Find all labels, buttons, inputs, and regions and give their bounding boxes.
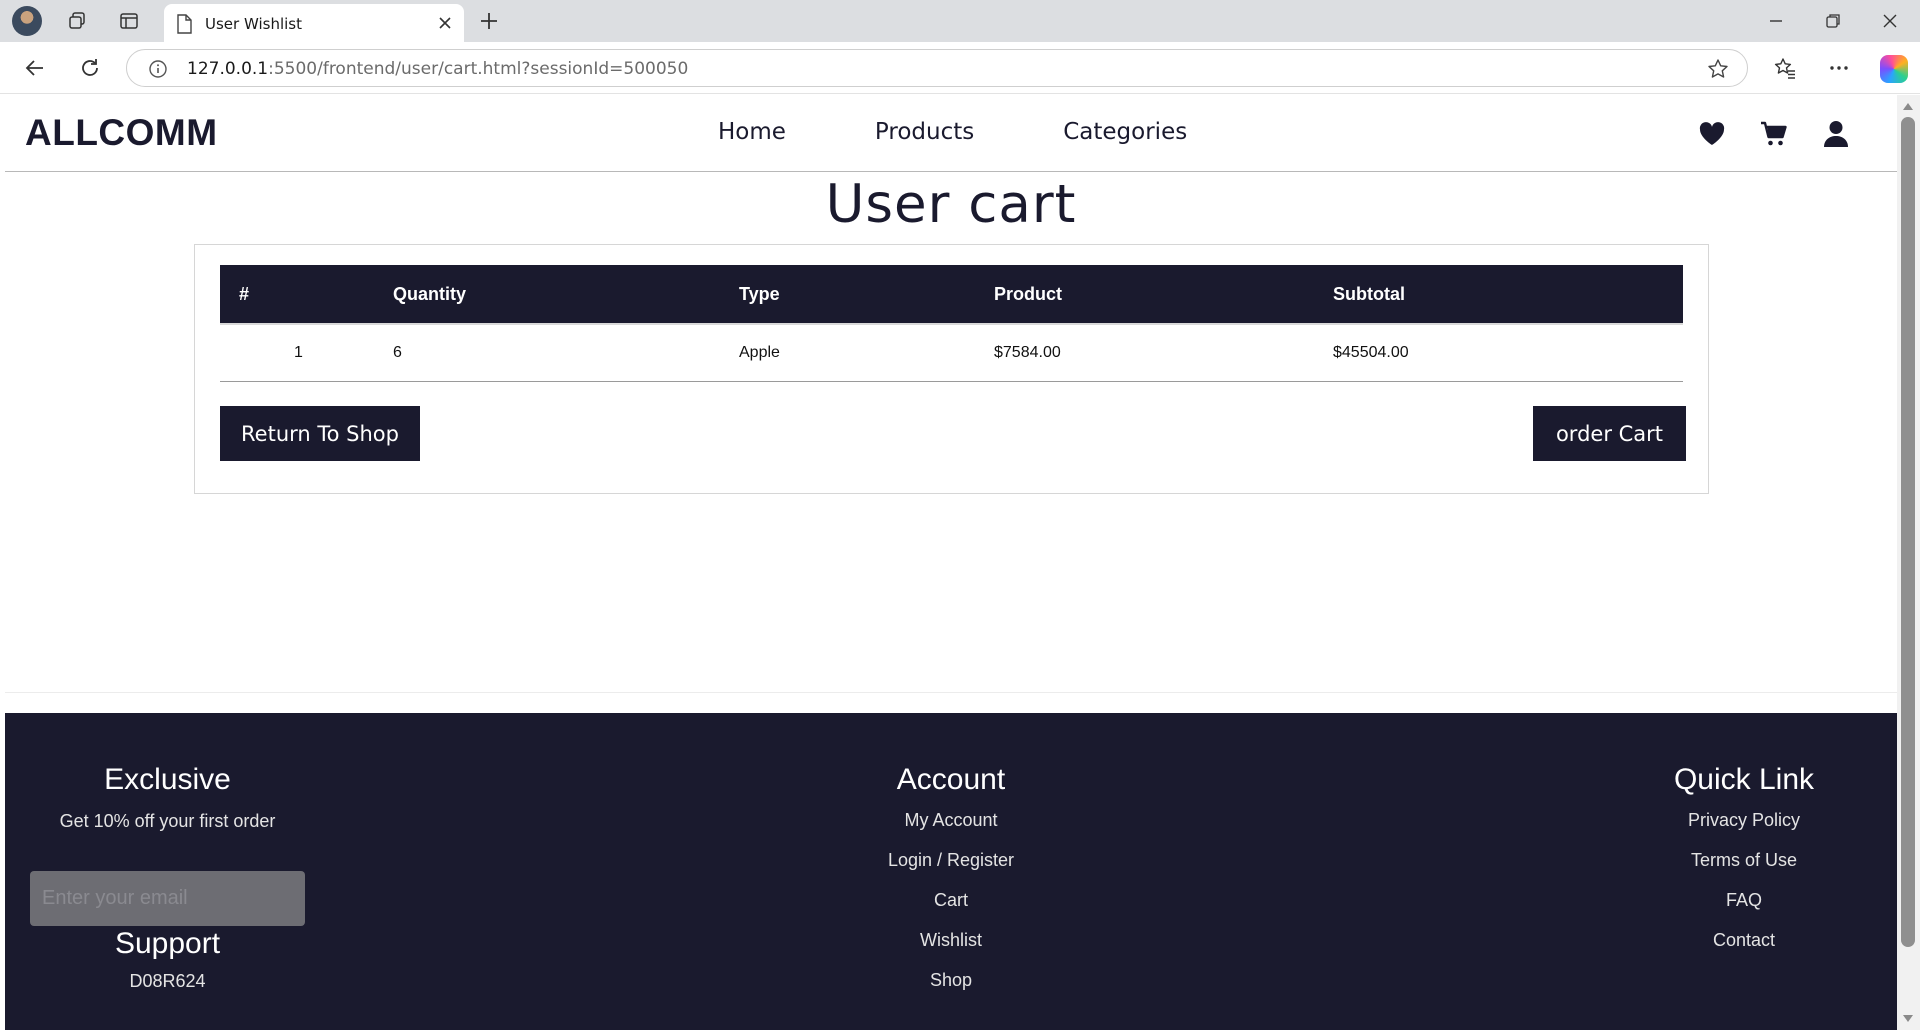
page-viewport: ALLCOMM Home Products Categories User ca… [5,95,1897,1030]
address-bar[interactable]: 127.0.0.1:5500/frontend/user/cart.html?s… [126,49,1748,87]
active-tab[interactable]: User Wishlist [164,4,464,42]
browser-toolbar: 127.0.0.1:5500/frontend/user/cart.html?s… [0,42,1920,94]
new-tab-icon[interactable] [478,10,500,32]
close-window-icon[interactable] [1877,8,1903,34]
url-host: 127.0.0.1 [187,59,269,79]
cell-quantity: 6 [393,324,739,382]
table-row: 1 6 Apple $7584.00 $45504.00 [220,324,1683,382]
link-my-account[interactable]: My Account [801,810,1101,831]
col-header-quantity: Quantity [393,265,739,325]
cart-table: # Quantity Type Product Subtotal 1 6 App… [220,265,1683,382]
scroll-up-arrow-icon[interactable] [1903,103,1913,110]
col-header-product: Product [994,265,1333,325]
link-shop[interactable]: Shop [801,970,1101,991]
page-icon [176,14,192,39]
support-heading: Support [114,927,221,960]
link-wishlist[interactable]: Wishlist [801,930,1101,951]
col-header-type: Type [739,265,994,325]
nav-home[interactable]: Home [718,119,786,145]
link-contact[interactable]: Contact [1594,930,1894,951]
footer-quick-link: Quick Link Privacy Policy Terms of Use F… [1594,713,1894,951]
link-faq[interactable]: FAQ [1594,890,1894,911]
col-header-subtotal: Subtotal [1333,265,1683,325]
cart-icon[interactable] [1758,118,1790,150]
link-terms-of-use[interactable]: Terms of Use [1594,850,1894,871]
scroll-down-arrow-icon[interactable] [1903,1015,1913,1022]
cell-number: 1 [220,324,393,382]
reload-icon[interactable] [77,55,103,81]
footer-support: Support D08R624 [5,927,330,992]
footer-divider [5,692,1897,693]
minimize-icon[interactable] [1763,8,1789,34]
scroll-thumb[interactable] [1901,117,1915,947]
vertical-tabs-icon[interactable] [118,10,140,32]
cell-type: Apple [739,324,994,382]
nav-categories[interactable]: Categories [1063,119,1187,145]
page-scrollbar[interactable] [1897,95,1920,1030]
workspaces-icon[interactable] [66,10,88,32]
quick-link-heading: Quick Link [1673,763,1815,796]
site-logo[interactable]: ALLCOMM [25,112,218,154]
return-to-shop-button[interactable]: Return To Shop [220,406,420,461]
exclusive-heading: Exclusive [104,763,231,796]
site-header: ALLCOMM Home Products Categories [5,95,1897,172]
table-header-row: # Quantity Type Product Subtotal [220,265,1683,325]
col-header-number: # [220,265,393,325]
link-privacy-policy[interactable]: Privacy Policy [1594,810,1894,831]
footer-exclusive: Exclusive Get 10% off your first order [5,713,330,832]
favorites-icon[interactable] [1772,55,1798,81]
support-code: D08R624 [129,971,206,991]
cell-subtotal: $45504.00 [1333,324,1683,382]
restore-icon[interactable] [1820,8,1846,34]
browser-tab-bar: User Wishlist [0,0,1920,42]
url-text[interactable]: 127.0.0.1:5500/frontend/user/cart.html?s… [187,59,688,79]
account-heading: Account [896,763,1006,796]
favorite-star-icon[interactable] [1707,58,1729,85]
close-tab-icon[interactable] [436,14,454,32]
main-nav: Home Products Categories [718,119,1276,145]
link-login-register[interactable]: Login / Register [801,850,1101,871]
back-icon[interactable] [22,55,48,81]
tab-title: User Wishlist [205,15,302,33]
site-info-icon[interactable] [148,59,168,84]
profile-avatar[interactable] [12,6,42,36]
url-path: :5500/frontend/user/cart.html?sessionId=… [268,59,689,79]
cell-product: $7584.00 [994,324,1333,382]
user-icon[interactable] [1820,118,1852,150]
heart-icon[interactable] [1696,118,1728,150]
page-title: User cart [825,174,1077,235]
link-cart[interactable]: Cart [801,890,1101,911]
order-cart-button[interactable]: order Cart [1533,406,1686,461]
more-options-icon[interactable] [1826,55,1852,81]
cart-card: # Quantity Type Product Subtotal 1 6 App… [194,244,1709,494]
copilot-icon[interactable] [1880,55,1908,83]
nav-products[interactable]: Products [875,119,974,145]
site-footer: Exclusive Get 10% off your first order S… [5,713,1897,1030]
exclusive-subtext: Get 10% off your first order [59,811,276,831]
email-field[interactable] [30,871,305,926]
footer-account: Account My Account Login / Register Cart… [801,713,1101,991]
